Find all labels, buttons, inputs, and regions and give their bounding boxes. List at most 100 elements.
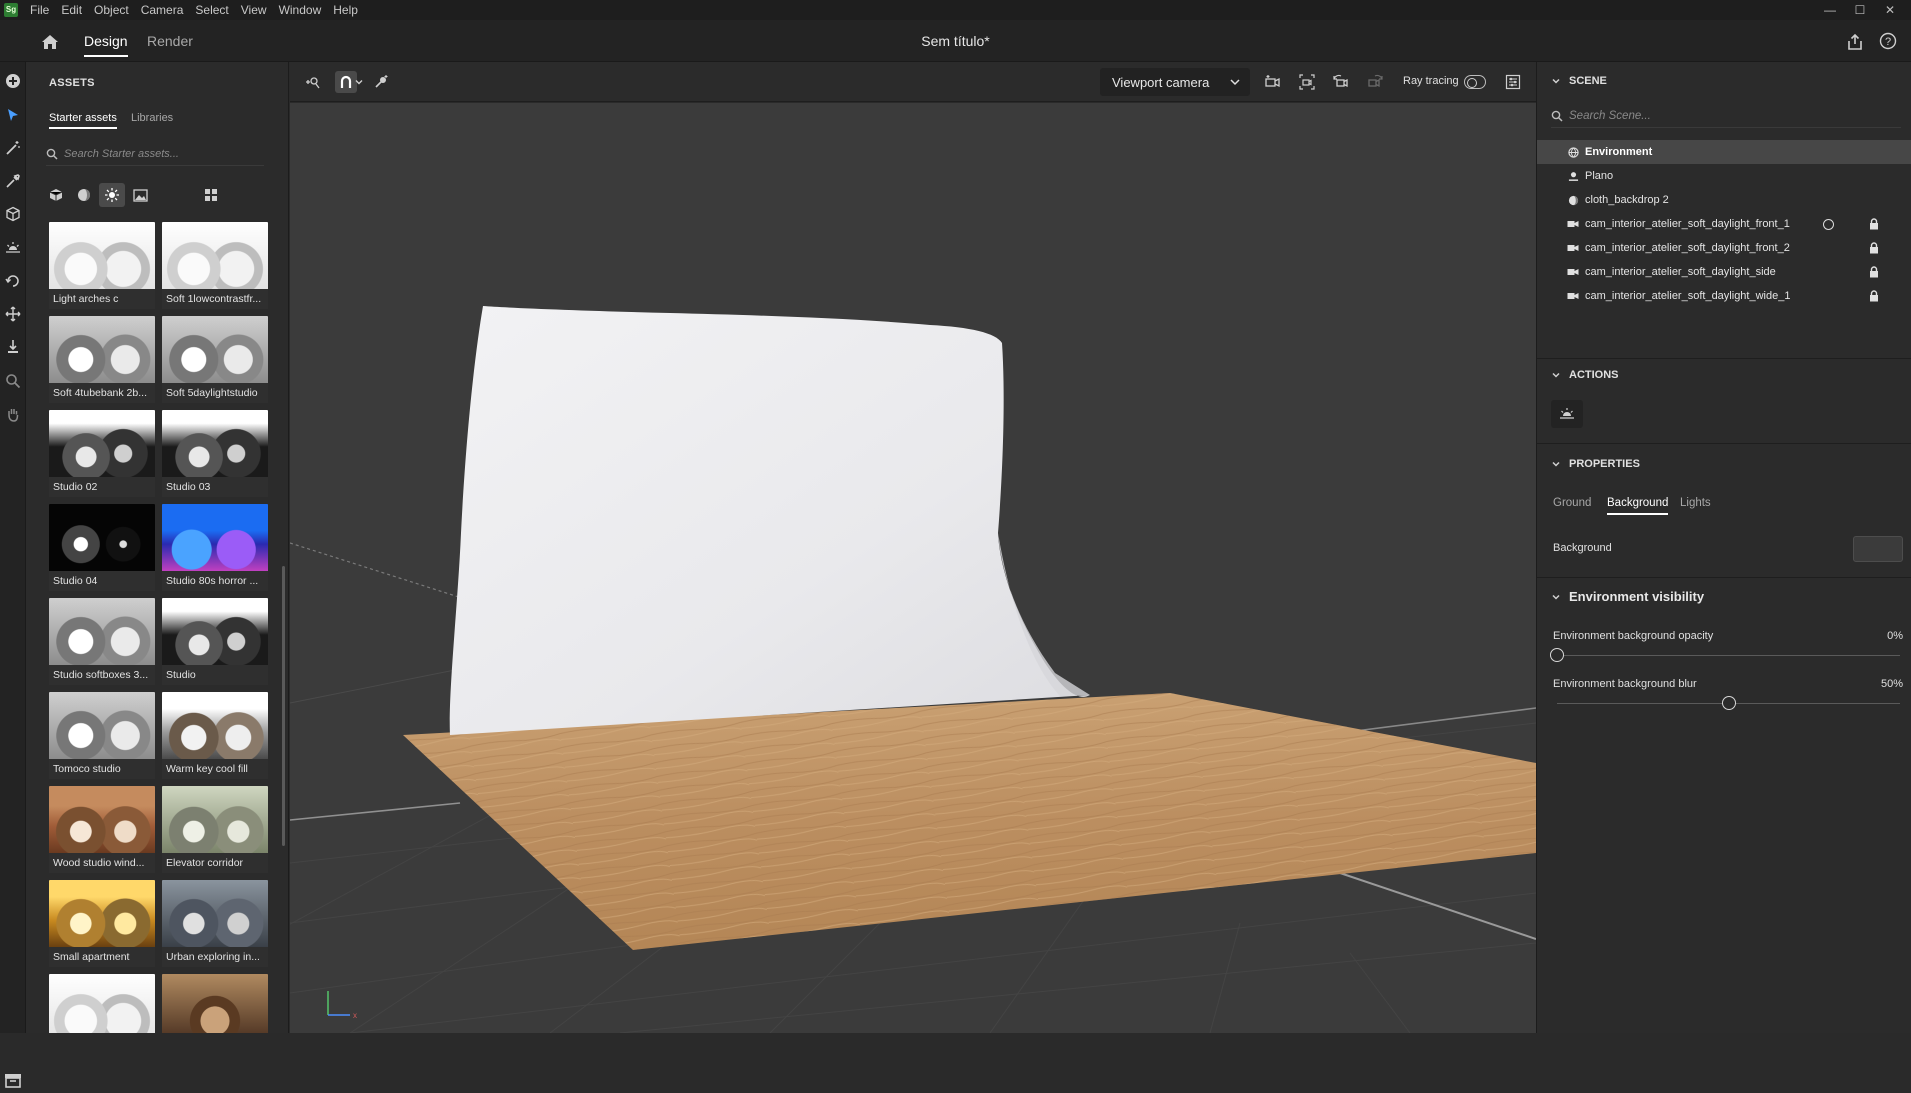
cloth-backdrop[interactable] bbox=[449, 306, 1090, 735]
menu-edit[interactable]: Edit bbox=[55, 3, 88, 17]
assets-search[interactable] bbox=[46, 142, 264, 166]
asset-thumbnail bbox=[162, 504, 268, 571]
scene-item[interactable]: Environment bbox=[1537, 140, 1911, 164]
camera-select[interactable]: Viewport camera bbox=[1100, 68, 1250, 96]
tab-design[interactable]: Design bbox=[84, 33, 128, 57]
scene-item[interactable]: cam_interior_atelier_soft_daylight_front… bbox=[1537, 236, 1911, 260]
asset-label: Studio 03 bbox=[162, 477, 268, 497]
align-button[interactable] bbox=[370, 71, 392, 93]
asset-card[interactable]: Studio 04 bbox=[49, 504, 155, 591]
active-camera-indicator[interactable] bbox=[1823, 219, 1834, 230]
scene-item[interactable]: cam_interior_atelier_soft_daylight_side bbox=[1537, 260, 1911, 284]
render-settings-button[interactable] bbox=[1502, 71, 1524, 93]
menu-help[interactable]: Help bbox=[327, 3, 364, 17]
share-button[interactable] bbox=[1845, 32, 1865, 52]
actions-section-header[interactable]: ACTIONS bbox=[1551, 369, 1619, 381]
lock-icon[interactable] bbox=[1869, 242, 1879, 254]
minimize-button[interactable]: — bbox=[1815, 0, 1845, 20]
paint-tool[interactable] bbox=[3, 170, 23, 192]
maximize-button[interactable]: ☐ bbox=[1845, 0, 1875, 20]
lock-icon[interactable] bbox=[1869, 290, 1879, 302]
camera-history-back-button[interactable] bbox=[1330, 71, 1352, 93]
asset-card[interactable] bbox=[162, 974, 268, 1033]
tab-background[interactable]: Background bbox=[1607, 497, 1669, 515]
tab-starter-assets[interactable]: Starter assets bbox=[49, 112, 117, 129]
menu-object[interactable]: Object bbox=[88, 3, 135, 17]
scene-item[interactable]: Plano bbox=[1537, 164, 1911, 188]
magic-select-tool[interactable] bbox=[3, 137, 23, 159]
camera-icon bbox=[1567, 242, 1579, 254]
transform-tool[interactable] bbox=[3, 270, 23, 292]
add-camera-button[interactable] bbox=[1262, 71, 1284, 93]
grid-view-toggle[interactable] bbox=[198, 183, 224, 207]
asset-card[interactable] bbox=[49, 974, 155, 1033]
asset-card[interactable]: Tomoco studio bbox=[49, 692, 155, 779]
home-button[interactable] bbox=[38, 30, 62, 54]
filter-images[interactable] bbox=[127, 183, 153, 207]
assets-scrollbar[interactable] bbox=[282, 566, 285, 846]
ray-tracing-toggle[interactable] bbox=[1464, 75, 1486, 89]
asset-card[interactable]: Studio bbox=[162, 598, 268, 685]
tab-render[interactable]: Render bbox=[147, 33, 193, 49]
asset-card[interactable]: Light arches c bbox=[49, 222, 155, 309]
environment-action-button[interactable] bbox=[1551, 400, 1583, 428]
menu-file[interactable]: File bbox=[24, 3, 55, 17]
asset-card[interactable]: Soft 4tubebank 2b... bbox=[49, 316, 155, 403]
asset-card[interactable]: Studio 80s horror ... bbox=[162, 504, 268, 591]
tab-libraries[interactable]: Libraries bbox=[131, 112, 173, 124]
select-tool[interactable] bbox=[3, 104, 23, 126]
opacity-slider-knob[interactable] bbox=[1550, 648, 1564, 662]
asset-card[interactable]: Studio 02 bbox=[49, 410, 155, 497]
filter-models[interactable] bbox=[43, 183, 69, 207]
snap-objects-button[interactable] bbox=[302, 71, 324, 93]
asset-thumbnail bbox=[162, 974, 268, 1033]
background-color-swatch[interactable] bbox=[1853, 536, 1903, 562]
menu-view[interactable]: View bbox=[235, 3, 273, 17]
zoom-tool[interactable] bbox=[3, 370, 23, 392]
assets-search-input[interactable] bbox=[58, 146, 264, 161]
tab-lights[interactable]: Lights bbox=[1680, 497, 1711, 509]
asset-card[interactable]: Wood studio wind... bbox=[49, 786, 155, 873]
lock-icon[interactable] bbox=[1869, 218, 1879, 230]
asset-card[interactable]: Soft 1lowcontrastfr... bbox=[162, 222, 268, 309]
close-button[interactable]: ✕ bbox=[1875, 0, 1905, 20]
blur-slider-knob[interactable] bbox=[1721, 696, 1736, 710]
scene-item[interactable]: cam_interior_atelier_soft_daylight_front… bbox=[1537, 212, 1911, 236]
scene-search-input[interactable] bbox=[1563, 108, 1901, 123]
asset-thumbnail bbox=[162, 598, 268, 665]
asset-card[interactable]: Small apartment bbox=[49, 880, 155, 967]
scene-item[interactable]: cam_interior_atelier_soft_daylight_wide_… bbox=[1537, 284, 1911, 308]
pan-tool[interactable] bbox=[3, 403, 23, 425]
menu-camera[interactable]: Camera bbox=[135, 3, 190, 17]
asset-card[interactable]: Elevator corridor bbox=[162, 786, 268, 873]
filter-materials[interactable] bbox=[71, 183, 97, 207]
properties-section-header[interactable]: PROPERTIES bbox=[1551, 458, 1640, 470]
frame-camera-button[interactable] bbox=[1296, 71, 1318, 93]
asset-card[interactable]: Studio softboxes 3... bbox=[49, 598, 155, 685]
lock-icon[interactable] bbox=[1869, 266, 1879, 278]
help-button[interactable]: ? bbox=[1879, 32, 1897, 50]
filter-lights[interactable] bbox=[99, 183, 125, 207]
asset-card[interactable]: Warm key cool fill bbox=[162, 692, 268, 779]
menu-window[interactable]: Window bbox=[273, 3, 328, 17]
environment-visibility-header[interactable]: Environment visibility bbox=[1551, 589, 1704, 604]
magnet-snap-dropdown[interactable] bbox=[353, 71, 365, 93]
asset-card[interactable]: Soft 5daylightstudio bbox=[162, 316, 268, 403]
asset-card[interactable]: Studio 03 bbox=[162, 410, 268, 497]
asset-card[interactable]: Urban exploring in... bbox=[162, 880, 268, 967]
add-tool[interactable] bbox=[3, 70, 23, 92]
menu-select[interactable]: Select bbox=[189, 3, 234, 17]
scene-item[interactable]: cloth_backdrop 2 bbox=[1537, 188, 1911, 212]
environment-tool[interactable] bbox=[3, 237, 23, 259]
move-tool[interactable] bbox=[3, 303, 23, 325]
3d-viewport[interactable]: x bbox=[290, 103, 1536, 1033]
tab-ground[interactable]: Ground bbox=[1553, 497, 1591, 509]
archive-button[interactable] bbox=[2, 1070, 24, 1090]
object-tool[interactable] bbox=[3, 203, 23, 225]
scene-search[interactable] bbox=[1551, 104, 1901, 128]
camera-history-forward-button[interactable] bbox=[1364, 71, 1386, 93]
drop-to-ground-tool[interactable] bbox=[3, 336, 23, 358]
opacity-slider-track[interactable] bbox=[1557, 655, 1900, 656]
scene-section-header[interactable]: SCENE bbox=[1551, 75, 1607, 87]
wood-plane[interactable] bbox=[403, 693, 1536, 950]
